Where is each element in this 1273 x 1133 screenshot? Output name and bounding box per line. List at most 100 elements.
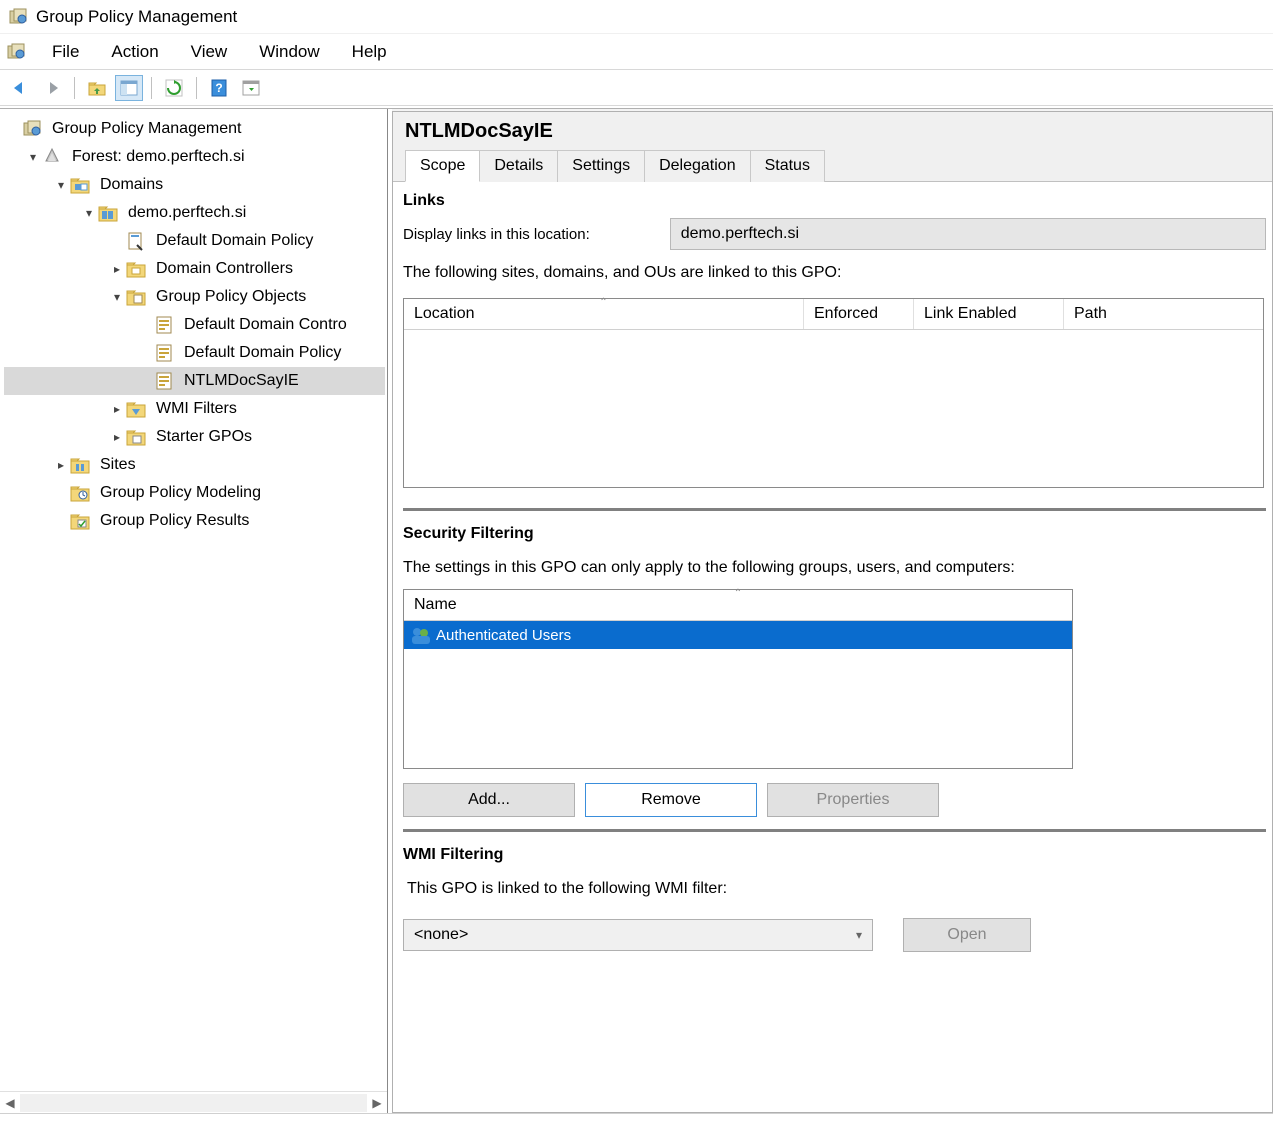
properties-button[interactable]	[237, 75, 265, 101]
tree-node[interactable]: ▾Forest: demo.perftech.si	[4, 143, 385, 171]
gpo-icon	[154, 371, 174, 391]
tree-node[interactable]: ▸Group Policy Management	[4, 115, 385, 143]
wmi-filter-value: <none>	[414, 926, 468, 944]
tree-node-label: Group Policy Results	[96, 510, 253, 532]
forest-icon	[42, 147, 62, 167]
col-location[interactable]: ⌃ Location	[404, 299, 804, 329]
wmi-heading: WMI Filtering	[403, 846, 1266, 864]
security-col-name[interactable]: ⌃ Name	[404, 590, 1072, 621]
section-separator	[403, 829, 1266, 832]
tree-node-label: Group Policy Modeling	[96, 482, 265, 504]
tree-node-label: demo.perftech.si	[124, 202, 250, 224]
wmi-open-button[interactable]: Open	[903, 918, 1031, 952]
links-heading: Links	[403, 192, 1266, 210]
sites-icon	[70, 455, 90, 475]
gpm-app-icon	[8, 7, 28, 27]
gpm-menu-icon	[6, 42, 26, 62]
tree-horizontal-scrollbar[interactable]: ◀ ▶	[0, 1091, 387, 1113]
security-heading: Security Filtering	[403, 525, 1266, 543]
security-row-authenticated-users[interactable]: Authenticated Users	[404, 621, 1072, 649]
tree-node-label: Sites	[96, 454, 140, 476]
tree-node[interactable]: ▾Domains	[4, 171, 385, 199]
tree-node[interactable]: ▸Group Policy Modeling	[4, 479, 385, 507]
tree-node[interactable]: ▸NTLMDocSayIE	[4, 367, 385, 395]
tree-node[interactable]: ▸Domain Controllers	[4, 255, 385, 283]
scroll-track[interactable]	[20, 1094, 367, 1112]
col-path[interactable]: Path	[1064, 299, 1263, 329]
sort-caret-icon: ⌃	[599, 297, 607, 308]
tree-node[interactable]: ▸ Sites	[4, 451, 385, 479]
menu-view[interactable]: View	[177, 38, 242, 66]
expand-toggle-icon[interactable]: ▸	[108, 402, 126, 416]
tab-settings[interactable]: Settings	[557, 150, 645, 182]
svg-text:?: ?	[215, 81, 222, 95]
scroll-left-icon[interactable]: ◀	[0, 1093, 20, 1113]
show-hide-tree-button[interactable]	[115, 75, 143, 101]
tree-node[interactable]: ▸Default Domain Contro	[4, 311, 385, 339]
menu-action[interactable]: Action	[97, 38, 172, 66]
scroll-right-icon[interactable]: ▶	[367, 1093, 387, 1113]
tab-status[interactable]: Status	[750, 150, 825, 182]
expand-toggle-icon[interactable]: ▾	[108, 290, 126, 304]
col-link-enabled[interactable]: Link Enabled	[914, 299, 1064, 329]
gpo-icon	[154, 343, 174, 363]
window-title: Group Policy Management	[36, 7, 237, 27]
toolbar: ?	[0, 70, 1273, 106]
tree-node[interactable]: ▸Group Policy Results	[4, 507, 385, 535]
tree-node[interactable]: ▸ Starter GPOs	[4, 423, 385, 451]
tree-node[interactable]: ▾ Group Policy Objects	[4, 283, 385, 311]
gpm-icon	[22, 119, 42, 139]
expand-toggle-icon[interactable]: ▾	[80, 206, 98, 220]
chevron-down-icon: ▾	[856, 928, 862, 942]
sort-caret-icon: ⌃	[734, 588, 742, 599]
wmi-desc: This GPO is linked to the following WMI …	[407, 880, 1266, 898]
links-location-label: Display links in this location:	[403, 226, 590, 243]
expand-toggle-icon[interactable]: ▸	[108, 262, 126, 276]
section-separator	[403, 508, 1266, 511]
toolbar-separator	[74, 77, 75, 99]
main-split: ▸Group Policy Management▾Forest: demo.pe…	[0, 108, 1273, 1113]
tab-scope[interactable]: Scope	[405, 150, 480, 182]
tree-node-label: NTLMDocSayIE	[180, 370, 303, 392]
gpo-link-icon	[126, 231, 146, 251]
menu-file[interactable]: File	[38, 38, 93, 66]
links-location-value: demo.perftech.si	[681, 225, 799, 243]
domains-icon	[70, 175, 90, 195]
col-enforced[interactable]: Enforced	[804, 299, 914, 329]
security-row-label: Authenticated Users	[436, 627, 571, 644]
up-folder-button[interactable]	[83, 75, 111, 101]
refresh-button[interactable]	[160, 75, 188, 101]
navigation-tree[interactable]: ▸Group Policy Management▾Forest: demo.pe…	[0, 109, 387, 1091]
forward-button[interactable]	[38, 75, 66, 101]
tree-node[interactable]: ▾ demo.perftech.si	[4, 199, 385, 227]
tree-node[interactable]: ▸WMI Filters	[4, 395, 385, 423]
links-table-body	[404, 330, 1263, 487]
menu-help[interactable]: Help	[338, 38, 401, 66]
back-button[interactable]	[6, 75, 34, 101]
gpo-folder-icon	[126, 287, 146, 307]
tab-details[interactable]: Details	[479, 150, 558, 182]
toolbar-separator	[151, 77, 152, 99]
add-button[interactable]: Add...	[403, 783, 575, 817]
gpo-header: NTLMDocSayIE Scope Details Settings Dele…	[393, 112, 1272, 182]
tab-delegation[interactable]: Delegation	[644, 150, 751, 182]
tree-node[interactable]: ▸Default Domain Policy	[4, 339, 385, 367]
expand-toggle-icon[interactable]: ▾	[24, 150, 42, 164]
expand-toggle-icon[interactable]: ▸	[52, 458, 70, 472]
tree-node[interactable]: ▸Default Domain Policy	[4, 227, 385, 255]
expand-toggle-icon[interactable]: ▾	[52, 178, 70, 192]
expand-toggle-icon[interactable]: ▸	[108, 430, 126, 444]
tree-node-label: Group Policy Management	[48, 118, 245, 140]
tree-node-label: Starter GPOs	[152, 426, 256, 448]
properties-button[interactable]: Properties	[767, 783, 939, 817]
remove-button[interactable]: Remove	[585, 783, 757, 817]
help-button[interactable]: ?	[205, 75, 233, 101]
links-table[interactable]: ⌃ Location Enforced Link Enabled Path	[403, 298, 1264, 488]
domain-icon	[98, 203, 118, 223]
security-table[interactable]: ⌃ Name Authenticated Users	[403, 589, 1073, 769]
wmi-filter-combo[interactable]: <none> ▾	[403, 919, 873, 951]
menu-window[interactable]: Window	[245, 38, 333, 66]
tree-node-label: Group Policy Objects	[152, 286, 310, 308]
tab-strip: Scope Details Settings Delegation Status	[405, 149, 1262, 181]
links-location-combo[interactable]: demo.perftech.si	[670, 218, 1266, 250]
